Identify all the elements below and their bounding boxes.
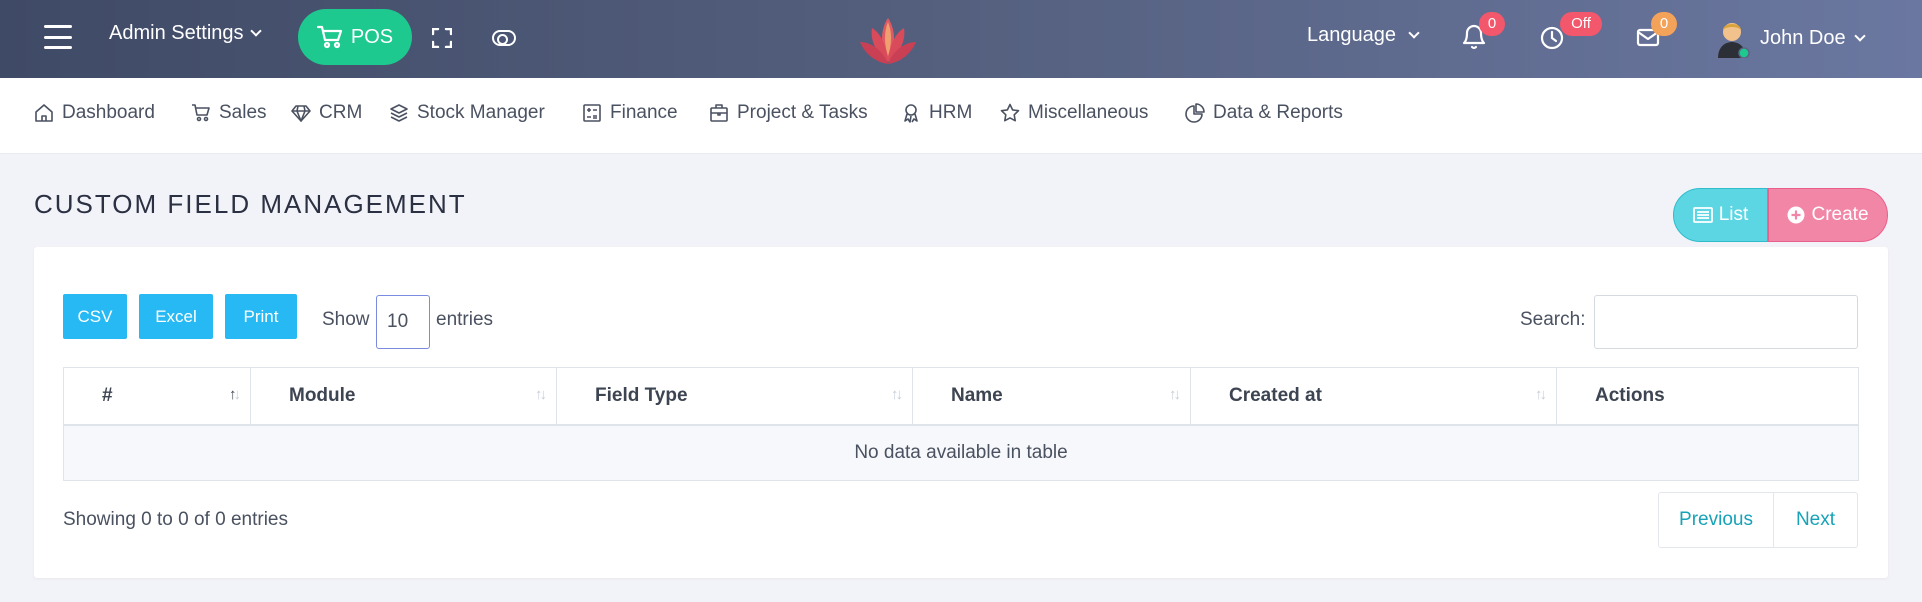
layers-icon — [390, 104, 408, 122]
table-header-row: # ↑↓ Module ↑↓ Field Type ↑↓ Name ↑↓ Cre… — [63, 367, 1859, 426]
home-icon — [35, 104, 53, 122]
nav-item-finance[interactable]: Finance — [582, 102, 678, 124]
entries-label: entries — [436, 309, 494, 330]
pagination: Previous Next — [1658, 492, 1858, 548]
pos-label: POS — [350, 25, 394, 48]
show-label: Show — [322, 309, 370, 330]
user-menu[interactable]: John Doe — [1714, 18, 1866, 59]
column-header-number[interactable]: # ↑↓ — [63, 367, 251, 426]
empty-table-message: No data available in table — [63, 424, 1859, 481]
language-label: Language — [1307, 24, 1396, 46]
user-name: John Doe — [1760, 26, 1846, 49]
column-header-module[interactable]: Module ↑↓ — [250, 367, 557, 426]
excel-button[interactable]: Excel — [139, 294, 213, 339]
create-button[interactable]: Create — [1768, 188, 1888, 242]
briefcase-icon — [710, 104, 728, 122]
diamond-icon — [291, 105, 311, 122]
list-label: List — [1718, 204, 1749, 225]
notifications-badge: 0 — [1479, 12, 1505, 36]
clock-status-badge: Off — [1560, 12, 1602, 36]
fullscreen-icon[interactable] — [432, 28, 452, 48]
lotus-logo — [856, 10, 920, 68]
sort-icon: ↑↓ — [1535, 386, 1547, 403]
entries-per-page-select[interactable]: 10 — [376, 295, 430, 349]
list-icon — [1692, 207, 1713, 223]
messages-badge: 0 — [1651, 12, 1677, 36]
main-nav: Dashboard Sales CRM Stock Manager Financ… — [0, 78, 1922, 154]
toggle-icon[interactable] — [492, 30, 516, 46]
previous-button[interactable]: Previous — [1658, 492, 1774, 548]
notifications-button[interactable]: 0 — [1461, 12, 1505, 52]
menu-icon[interactable] — [44, 25, 72, 49]
chevron-down-icon — [1408, 27, 1420, 39]
table-row: No data available in table — [63, 424, 1859, 481]
nav-item-label: HRM — [929, 102, 973, 123]
clock-button[interactable]: Off — [1539, 12, 1602, 52]
nav-item-data-reports[interactable]: Data & Reports — [1185, 102, 1343, 124]
chevron-down-icon — [1853, 29, 1866, 42]
nav-item-label: Stock Manager — [417, 102, 545, 123]
sort-icon: ↑↓ — [1169, 386, 1181, 403]
nav-item-label: Finance — [610, 102, 678, 123]
nav-item-project-tasks[interactable]: Project & Tasks — [709, 102, 868, 124]
sort-icon: ↑↓ — [229, 386, 241, 403]
nav-item-label: Sales — [219, 102, 267, 123]
chevron-down-icon — [249, 25, 262, 37]
nav-item-dashboard[interactable]: Dashboard — [34, 102, 155, 124]
next-button[interactable]: Next — [1774, 492, 1858, 548]
custom-fields-card: CSV Excel Print Show 10 entries Search: … — [34, 247, 1888, 578]
top-bar: Admin Settings POS Language 0 Off 0 John… — [0, 0, 1922, 78]
nav-item-hrm[interactable]: HRM — [901, 102, 972, 124]
pos-button[interactable]: POS — [298, 9, 412, 65]
messages-button[interactable]: 0 — [1636, 12, 1677, 52]
nav-item-label: Data & Reports — [1213, 102, 1343, 123]
language-dropdown[interactable]: Language — [1307, 24, 1420, 47]
column-header-field-type[interactable]: Field Type ↑↓ — [556, 367, 913, 426]
view-toggle-group: List Create — [1673, 188, 1888, 242]
search-label: Search: — [1520, 309, 1586, 330]
create-label: Create — [1811, 204, 1869, 225]
nav-item-label: Dashboard — [62, 102, 155, 123]
nav-item-stock-manager[interactable]: Stock Manager — [389, 102, 545, 124]
column-header-actions: Actions — [1556, 367, 1859, 426]
list-button[interactable]: List — [1673, 188, 1768, 242]
cart-icon — [192, 104, 210, 122]
search-input[interactable] — [1594, 295, 1858, 349]
avatar — [1714, 18, 1750, 59]
custom-fields-table: # ↑↓ Module ↑↓ Field Type ↑↓ Name ↑↓ Cre… — [63, 367, 1859, 481]
sort-icon: ↑↓ — [891, 386, 903, 403]
cart-icon — [316, 25, 342, 49]
nav-item-label: Miscellaneous — [1028, 102, 1149, 123]
nav-item-crm[interactable]: CRM — [291, 102, 362, 124]
page-title: CUSTOM FIELD MANAGEMENT — [34, 189, 467, 219]
column-header-name[interactable]: Name ↑↓ — [912, 367, 1191, 426]
nav-item-label: Project & Tasks — [737, 102, 868, 123]
admin-settings-dropdown[interactable]: Admin Settings — [109, 22, 262, 45]
nav-item-miscellaneous[interactable]: Miscellaneous — [1000, 102, 1148, 124]
award-icon — [904, 104, 918, 123]
nav-item-label: CRM — [319, 102, 363, 123]
sort-icon: ↑↓ — [535, 386, 547, 403]
admin-settings-label: Admin Settings — [109, 22, 244, 44]
calculator-icon — [583, 104, 601, 122]
nav-item-sales[interactable]: Sales — [191, 102, 267, 124]
print-button[interactable]: Print — [225, 294, 297, 339]
pie-chart-icon — [1185, 103, 1205, 123]
csv-button[interactable]: CSV — [63, 294, 127, 339]
showing-entries-info: Showing 0 to 0 of 0 entries — [63, 509, 288, 530]
plus-circle-icon — [1787, 206, 1805, 224]
star-icon — [1000, 103, 1020, 122]
column-header-created-at[interactable]: Created at ↑↓ — [1190, 367, 1557, 426]
